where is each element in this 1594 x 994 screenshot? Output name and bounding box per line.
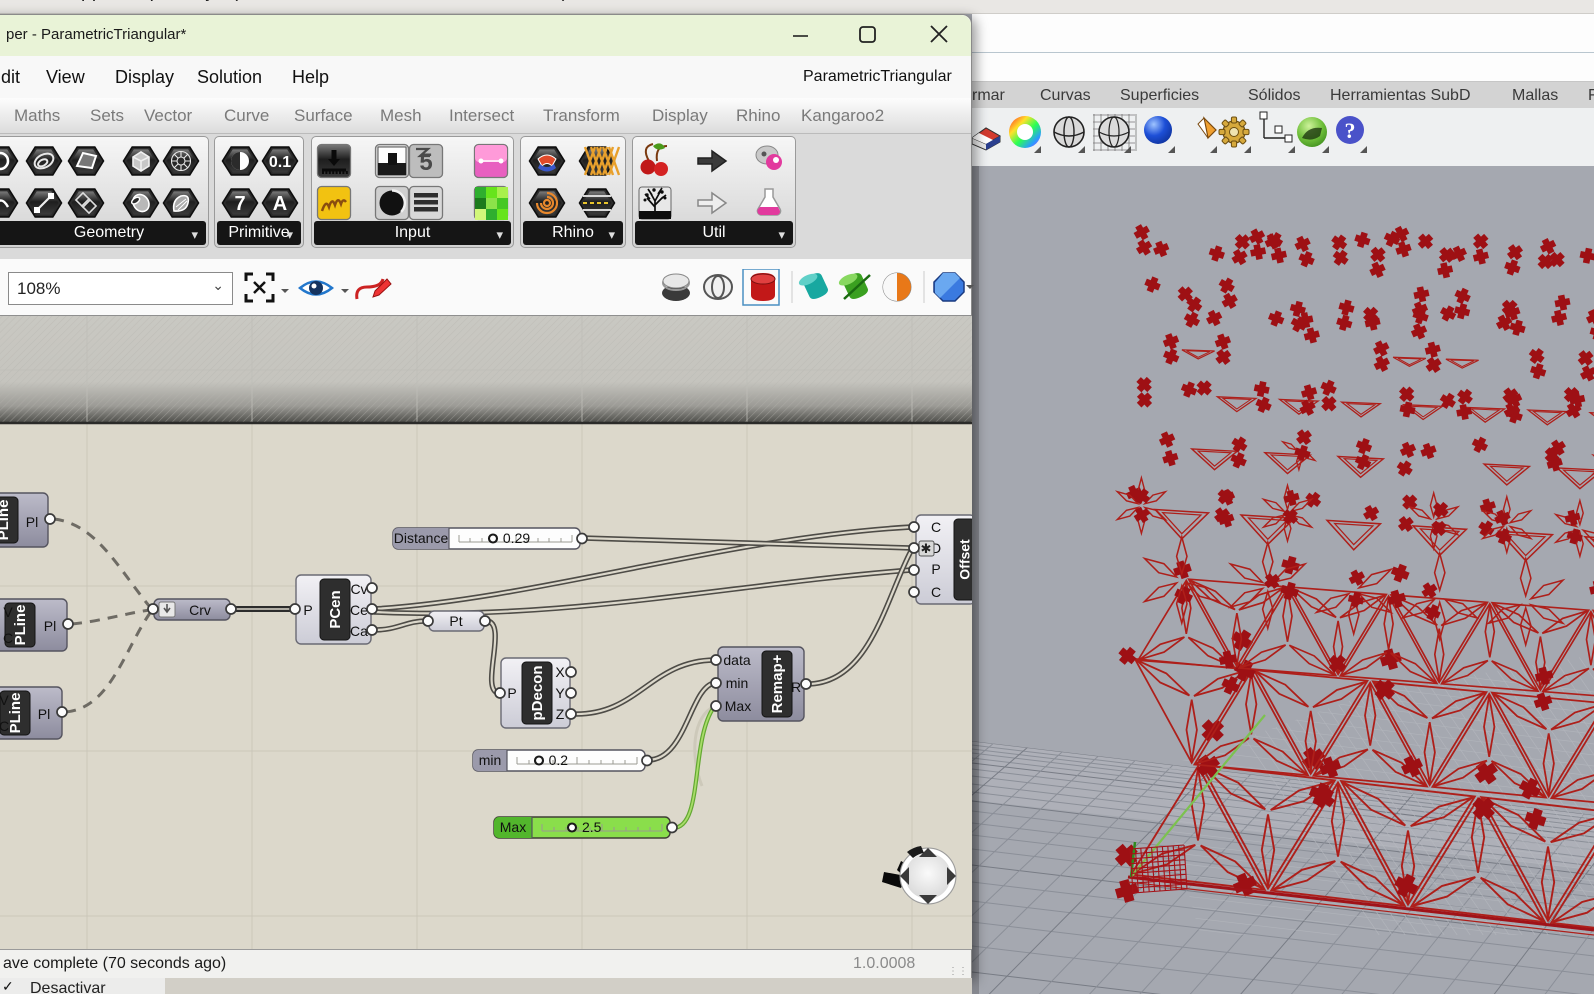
svg-text:Distance: Distance xyxy=(394,530,449,546)
svg-text:2.5: 2.5 xyxy=(582,819,602,835)
svg-text:Max: Max xyxy=(725,698,751,714)
svg-text:C: C xyxy=(0,718,9,734)
svg-text:X: X xyxy=(555,664,565,680)
svg-text:A: A xyxy=(273,193,287,215)
svg-text:data: data xyxy=(723,652,750,668)
svg-text:Ca: Ca xyxy=(350,623,368,639)
svg-text:Pl: Pl xyxy=(38,706,50,722)
svg-text:0.29: 0.29 xyxy=(503,530,530,546)
svg-text:V: V xyxy=(3,604,13,620)
svg-text:0.2: 0.2 xyxy=(549,752,569,768)
svg-text:C: C xyxy=(3,630,13,646)
svg-text:?: ? xyxy=(1345,118,1356,143)
svg-text:Pt: Pt xyxy=(449,613,462,629)
svg-text:PLine: PLine xyxy=(12,605,29,646)
svg-text:Pl: Pl xyxy=(44,618,56,634)
svg-text:PLine: PLine xyxy=(7,693,24,734)
svg-text:pDecon: pDecon xyxy=(529,665,546,720)
svg-text:V: V xyxy=(0,692,9,708)
svg-text:✱: ✱ xyxy=(921,541,932,556)
svg-text:Crv: Crv xyxy=(189,602,211,618)
svg-text:Max: Max xyxy=(500,819,526,835)
svg-text:PCen: PCen xyxy=(327,590,344,628)
svg-text:P: P xyxy=(931,561,940,577)
svg-text:Y: Y xyxy=(555,685,565,701)
svg-text:0.1: 0.1 xyxy=(269,154,291,171)
svg-text:5: 5 xyxy=(419,149,432,176)
svg-text:C: C xyxy=(931,519,941,535)
svg-text:min: min xyxy=(726,675,749,691)
svg-text:Z: Z xyxy=(556,706,565,722)
svg-text:7: 7 xyxy=(234,193,245,215)
svg-text:R: R xyxy=(791,679,801,695)
svg-text:P: P xyxy=(507,685,516,701)
svg-text:Offset: Offset xyxy=(957,539,973,580)
svg-text:P: P xyxy=(303,602,312,618)
svg-text:min: min xyxy=(479,752,502,768)
svg-text:Pl: Pl xyxy=(26,514,38,530)
svg-text:PLine: PLine xyxy=(0,500,12,541)
svg-text:Ce: Ce xyxy=(350,602,368,618)
svg-text:C: C xyxy=(931,584,941,600)
svg-text:Remap+: Remap+ xyxy=(769,654,786,713)
svg-text:Cv: Cv xyxy=(350,581,367,597)
